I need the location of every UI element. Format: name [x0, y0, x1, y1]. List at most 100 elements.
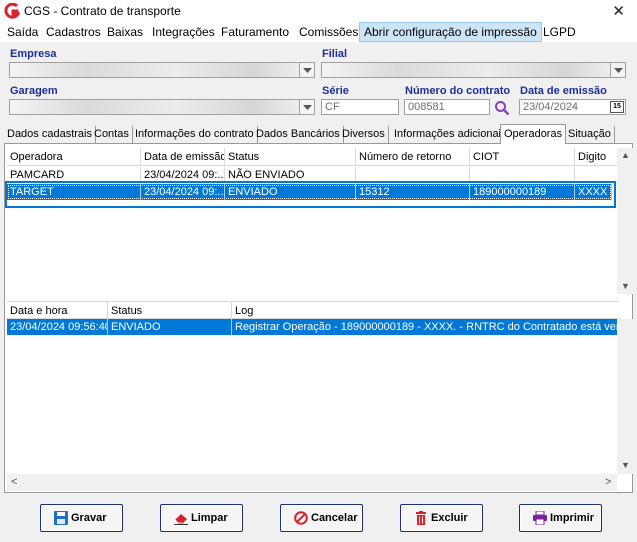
- cell-ciot: 189000000189: [470, 184, 575, 200]
- operators-vertical-scrollbar[interactable]: ▲ ▼: [617, 148, 634, 294]
- calendar-icon[interactable]: 15: [610, 101, 624, 113]
- delete-button[interactable]: Excluir: [400, 504, 483, 532]
- column-header-numero-retorno[interactable]: Número de retorno: [356, 148, 470, 166]
- menu-cadastros[interactable]: Cadastros: [42, 22, 105, 42]
- tab-informacoes-contrato[interactable]: Informações do contrato: [132, 126, 258, 144]
- cell-operadora: TARGET: [7, 184, 141, 200]
- serie-label: Série: [322, 85, 349, 97]
- data-emissao-field[interactable]: 23/04/2024 15: [519, 99, 626, 115]
- cell-numero-retorno: 15312: [356, 184, 470, 200]
- cancel-button-label: Cancelar: [311, 512, 358, 524]
- menu-saida[interactable]: Saída: [3, 22, 42, 42]
- cell-digito: XXXX: [575, 184, 612, 200]
- log-horizontal-scrollbar[interactable]: < >: [7, 474, 617, 491]
- scroll-down-icon[interactable]: ▼: [621, 281, 630, 291]
- tab-operadoras[interactable]: Operadoras: [500, 124, 567, 144]
- table-row-selected[interactable]: 23/04/2024 09:56:40 ENVIADO Registrar Op…: [7, 319, 619, 335]
- action-bar: Gravar Limpar Cancelar Excluir Imprimir: [0, 493, 637, 542]
- clear-button-label: Limpar: [191, 512, 228, 524]
- search-icon[interactable]: [494, 100, 510, 116]
- table-row[interactable]: PAMCARD 23/04/2024 09:... NÃO ENVIADO: [7, 167, 619, 183]
- cell-log-status: ENVIADO: [108, 319, 232, 335]
- delete-button-label: Excluir: [431, 512, 468, 524]
- cell-data-emissao: 23/04/2024 09:...: [141, 167, 225, 183]
- cell-operadora: PAMCARD: [7, 167, 141, 183]
- scroll-up-icon[interactable]: ▲: [621, 150, 630, 160]
- numero-contrato-value: 008581: [408, 101, 445, 113]
- scroll-left-icon[interactable]: <: [11, 476, 17, 488]
- operators-grid: Operadora Data de emissão Status Número …: [7, 148, 619, 294]
- data-emissao-label: Data de emissão: [520, 85, 607, 97]
- log-grid-header: Data e hora Status Log: [7, 301, 619, 320]
- operators-grid-header: Operadora Data de emissão Status Número …: [7, 148, 619, 166]
- clear-button[interactable]: Limpar: [160, 504, 243, 532]
- column-header-data-hora[interactable]: Data e hora: [7, 302, 108, 320]
- menu-lgpd[interactable]: LGPD: [539, 22, 580, 42]
- cancel-button[interactable]: Cancelar: [280, 504, 363, 532]
- column-header-status[interactable]: Status: [225, 148, 356, 166]
- save-button-label: Gravar: [71, 512, 107, 524]
- cell-data-hora: 23/04/2024 09:56:40: [7, 319, 108, 335]
- window-title: CGS - Contrato de transporte: [24, 4, 181, 18]
- cell-ciot: [470, 167, 575, 183]
- menu-faturamento[interactable]: Faturamento: [217, 22, 293, 42]
- scroll-down-icon[interactable]: ▼: [621, 460, 630, 470]
- cell-numero-retorno: [356, 167, 470, 183]
- print-button-label: Imprimir: [550, 512, 595, 524]
- tab-informacoes-adicionais[interactable]: Informações adicionais: [391, 126, 511, 144]
- tab-dados-bancarios[interactable]: Dados Bancários: [253, 126, 344, 144]
- tab-diversos[interactable]: Diversos: [339, 126, 389, 144]
- tab-situacao[interactable]: Situação: [565, 126, 615, 144]
- trash-icon: [416, 511, 426, 525]
- title-bar: CGS - Contrato de transporte ✕: [0, 0, 637, 22]
- tab-strip: Dados cadastrais Contas Informações do c…: [4, 124, 634, 144]
- save-button[interactable]: Gravar: [40, 504, 123, 532]
- printer-icon: [533, 511, 547, 525]
- log-vertical-scrollbar[interactable]: ▼: [617, 319, 634, 474]
- filial-label: Filial: [322, 48, 348, 60]
- close-button[interactable]: ✕: [612, 2, 625, 20]
- empresa-label: Empresa: [10, 48, 57, 60]
- cancel-circle-icon: [294, 511, 308, 525]
- column-header-operadora[interactable]: Operadora: [7, 148, 141, 166]
- cell-data-emissao: 23/04/2024 09:...: [141, 184, 225, 200]
- chevron-down-icon: [614, 68, 623, 73]
- column-header-log[interactable]: Log: [232, 302, 619, 320]
- operadoras-panel: Operadora Data de emissão Status Número …: [4, 143, 634, 493]
- column-header-data-emissao[interactable]: Data de emissão: [141, 148, 225, 166]
- cell-digito: [575, 167, 619, 183]
- column-header-ciot[interactable]: CIOT: [470, 148, 575, 166]
- scroll-right-icon[interactable]: >: [605, 476, 611, 488]
- numero-contrato-label: Número do contrato: [405, 85, 511, 97]
- garagem-dropdown-button[interactable]: [299, 99, 315, 115]
- empresa-select[interactable]: [9, 62, 315, 78]
- floppy-disk-icon: [54, 511, 68, 525]
- menu-integracoes[interactable]: Integrações: [148, 22, 219, 42]
- cell-status: NÃO ENVIADO: [225, 167, 356, 183]
- tab-dados-cadastrais[interactable]: Dados cadastrais: [4, 126, 96, 144]
- garagem-select[interactable]: [9, 99, 315, 115]
- column-header-digito[interactable]: Digito: [575, 148, 619, 166]
- menu-bar: Saída Cadastros Baixas Integrações Fatur…: [0, 22, 637, 42]
- numero-contrato-field[interactable]: 008581: [404, 99, 490, 115]
- eraser-icon: [174, 514, 188, 525]
- empresa-dropdown-button[interactable]: [299, 62, 315, 78]
- menu-abrir-configuracao-impressao[interactable]: Abrir configuração de impressão: [359, 22, 542, 42]
- data-emissao-value: 23/04/2024: [523, 101, 579, 113]
- serie-value: CF: [325, 101, 340, 113]
- print-button[interactable]: Imprimir: [519, 504, 602, 532]
- serie-field[interactable]: CF: [321, 99, 399, 115]
- menu-comissoes[interactable]: Comissões: [295, 22, 362, 42]
- log-grid: Data e hora Status Log 23/04/2024 09:56:…: [7, 301, 619, 474]
- cell-log-message: Registrar Operação - 189000000189 - XXXX…: [235, 321, 619, 333]
- cgs-logo-icon: [4, 3, 20, 19]
- filial-dropdown-button[interactable]: [610, 62, 626, 78]
- cell-status: ENVIADO: [225, 184, 356, 200]
- garagem-label: Garagem: [10, 85, 58, 97]
- tab-contas[interactable]: Contas: [91, 126, 133, 144]
- column-header-log-status[interactable]: Status: [108, 302, 232, 320]
- table-row-selected[interactable]: TARGET 23/04/2024 09:... ENVIADO 15312 1…: [7, 184, 612, 200]
- filial-select[interactable]: [321, 62, 626, 78]
- menu-baixas[interactable]: Baixas: [103, 22, 147, 42]
- chevron-down-icon: [303, 105, 312, 110]
